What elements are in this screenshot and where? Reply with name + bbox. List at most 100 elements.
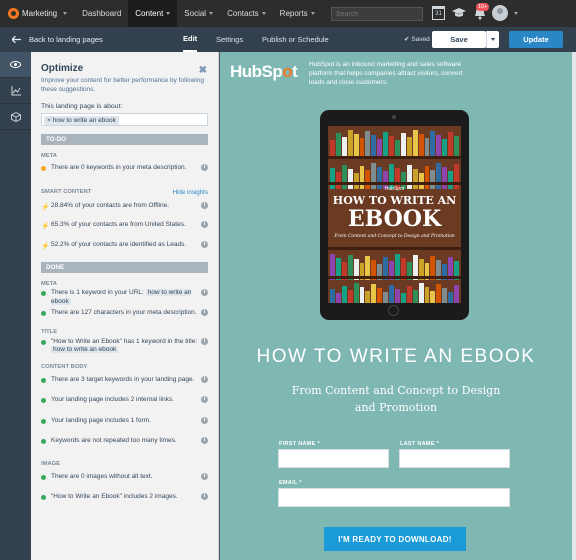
list-item-text-prefix: "How to Write an Ebook" has 1 keyword in…: [51, 337, 198, 345]
nav-contacts[interactable]: Contacts: [220, 0, 273, 27]
top-nav: Marketing Dashboard Content Social Conta…: [0, 0, 576, 27]
email-field[interactable]: [278, 488, 510, 507]
info-icon[interactable]: i: [201, 309, 208, 316]
saved-status: ✔ Saved: [404, 35, 430, 43]
chevron-down-icon: [209, 12, 214, 15]
info-icon[interactable]: i: [201, 164, 208, 171]
info-icon[interactable]: i: [201, 493, 208, 500]
book-spine: [412, 130, 418, 156]
todo-meta-label: META: [41, 153, 57, 159]
book-spine: [389, 285, 394, 303]
back-to-landing-pages-link[interactable]: Back to landing pages: [0, 35, 103, 44]
list-item[interactable]: Your landing page includes 2 internal li…: [41, 396, 208, 407]
book-spine: [412, 290, 418, 303]
book-spine: [442, 139, 448, 156]
hide-insights-link[interactable]: Hide insights: [173, 189, 208, 196]
tab-edit[interactable]: Edit: [183, 27, 198, 52]
info-icon[interactable]: i: [201, 416, 208, 424]
list-item[interactable]: There are 0 images without alt text. i: [41, 472, 208, 484]
cover-title-line2: EBOOK: [347, 206, 442, 232]
keyword-tag[interactable]: × how to write an ebook: [44, 116, 119, 125]
success-dot-icon: [41, 398, 46, 403]
last-name-field[interactable]: [399, 449, 510, 468]
info-icon[interactable]: i: [201, 472, 208, 480]
list-item[interactable]: There are 3 target keywords in your land…: [41, 375, 208, 387]
download-button[interactable]: I'M READY TO DOWNLOAD!: [324, 527, 466, 551]
book-spine: [454, 136, 459, 156]
chevron-down-icon[interactable]: [514, 12, 518, 15]
keyword-input[interactable]: × how to write an ebook: [41, 113, 208, 126]
bookshelf-top: [328, 126, 461, 156]
list-item[interactable]: There is 1 keyword in your URL: how to w…: [41, 289, 208, 306]
search-input[interactable]: [331, 7, 423, 21]
book-spine: [400, 293, 406, 303]
about-label: This landing page is about:: [41, 103, 123, 110]
close-icon[interactable]: ✖: [199, 65, 207, 76]
success-dot-icon: [41, 311, 46, 316]
info-icon[interactable]: i: [201, 221, 208, 228]
list-item[interactable]: "How to Write an Ebook" includes 2 image…: [41, 493, 208, 504]
hubspot-tagline: HubSpot is an inbound marketing and sale…: [309, 61, 463, 86]
book-spine: [365, 131, 371, 156]
saved-label: Saved: [411, 36, 430, 43]
list-item[interactable]: There are 127 characters in your meta de…: [41, 309, 208, 320]
smart-content-label: SMART CONTENT: [41, 188, 92, 195]
list-item[interactable]: ⚡ 65.3% of your contacts are from United…: [41, 221, 208, 232]
list-item-text: There are 3 target keywords in your land…: [51, 375, 195, 383]
info-icon[interactable]: i: [201, 375, 208, 383]
book-spine: [330, 140, 335, 156]
user-avatar[interactable]: [492, 5, 508, 21]
chevron-down-icon: [261, 12, 266, 15]
tab-settings[interactable]: Settings: [216, 27, 243, 52]
save-button[interactable]: Save: [432, 31, 486, 48]
nav-content[interactable]: Content: [128, 0, 178, 27]
update-button[interactable]: Update: [509, 31, 563, 48]
info-icon[interactable]: i: [201, 289, 208, 296]
info-icon[interactable]: i: [201, 201, 208, 209]
landing-page-preview[interactable]: HubSpot HubSpot is an inbound marketing …: [220, 52, 572, 560]
book-spine: [347, 290, 353, 303]
todo-meta-group-label: META: [41, 153, 208, 159]
marketing-hub-menu[interactable]: Marketing: [0, 0, 75, 27]
book-spine: [448, 292, 454, 303]
book-spine: [353, 134, 359, 156]
list-item[interactable]: ⚡ 28.84% of your contacts are from Offli…: [41, 201, 208, 213]
list-item[interactable]: Keywords are not repeated too many times…: [41, 437, 208, 448]
nav-dashboard[interactable]: Dashboard: [75, 0, 128, 27]
list-item[interactable]: ⚡ 52.2% of your contacts are identified …: [41, 240, 208, 252]
info-icon[interactable]: i: [201, 240, 208, 248]
book-spine: [347, 130, 353, 156]
success-dot-icon: [41, 439, 46, 444]
tab-publish-or-schedule[interactable]: Publish or Schedule: [262, 27, 329, 52]
book-spine: [359, 138, 365, 156]
success-dot-icon: [41, 291, 46, 296]
editor-toolbar: Back to landing pages Edit Settings Publ…: [0, 27, 576, 52]
book-spine: [377, 288, 383, 303]
book-spine: [335, 293, 341, 303]
list-item[interactable]: There are 0 keywords in your meta descri…: [41, 164, 208, 175]
rail-optimize[interactable]: [0, 52, 31, 78]
list-item-text: Your landing page includes 2 internal li…: [51, 396, 174, 403]
first-name-field[interactable]: [278, 449, 389, 468]
info-icon[interactable]: i: [201, 396, 208, 403]
rail-analytics[interactable]: [0, 78, 31, 104]
list-item[interactable]: Your landing page includes 1 form. i: [41, 416, 208, 428]
list-item[interactable]: "How to Write an Ebook" has 1 keyword in…: [41, 337, 208, 355]
title-group-label: TITLE: [41, 329, 208, 335]
list-item-text: "How to Write an Ebook" has 1 keyword in…: [51, 338, 199, 355]
rail-modules[interactable]: [0, 104, 31, 130]
info-icon[interactable]: i: [201, 337, 208, 345]
save-options-dropdown[interactable]: [486, 31, 499, 48]
preview-scrollbar[interactable]: [572, 52, 576, 560]
bookshelf-bottom: [328, 279, 461, 303]
academy-cap-icon[interactable]: [452, 8, 466, 18]
calendar-icon[interactable]: 31: [432, 6, 445, 20]
back-label: Back to landing pages: [29, 35, 103, 44]
list-item-text: 52.2% of your contacts are identified as…: [51, 240, 187, 248]
nav-reports[interactable]: Reports: [273, 0, 322, 27]
shelf-board: [328, 182, 461, 185]
info-icon[interactable]: i: [201, 437, 208, 444]
nav-social[interactable]: Social: [177, 0, 220, 27]
nav-reports-label: Reports: [279, 9, 308, 18]
book-spine: [454, 285, 459, 303]
